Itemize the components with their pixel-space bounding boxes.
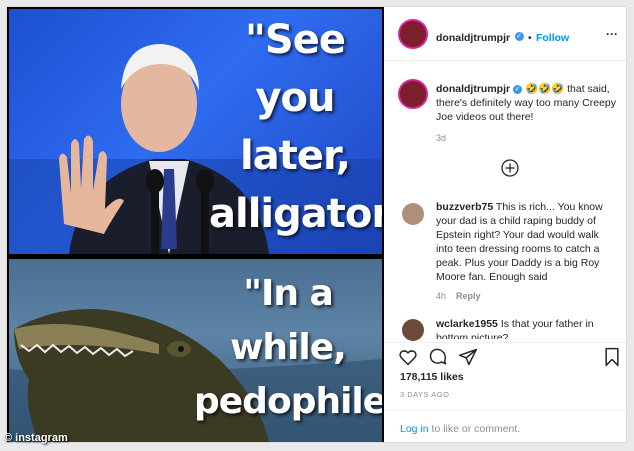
share-icon[interactable] — [458, 347, 478, 367]
caption-age: 3d — [436, 133, 447, 143]
header-user-line: donaldjtrumpjr ✓ • Follow — [436, 28, 569, 46]
comment-icon[interactable] — [428, 347, 448, 367]
reply-button[interactable]: Reply — [456, 291, 481, 301]
author-avatar[interactable] — [398, 19, 428, 49]
meme-top-panel: "See you later, alligator!" — [9, 9, 382, 254]
verified-badge-icon: ✓ — [514, 32, 524, 42]
author-username[interactable]: donaldjtrumpjr — [436, 32, 510, 44]
bookmark-icon[interactable] — [602, 347, 622, 367]
follow-button[interactable]: Follow — [536, 32, 569, 44]
instagram-post: "See you later, alligator!" "In a while,… — [6, 6, 627, 443]
verified-badge-icon: ✓ — [513, 84, 523, 94]
likes-count[interactable]: 178,115 likes — [400, 371, 464, 383]
commenter-avatar[interactable] — [402, 319, 424, 341]
plus-circle-icon[interactable] — [500, 158, 520, 178]
comment-username[interactable]: wclarke1955 — [436, 318, 498, 330]
ellipsis-icon[interactable]: ··· — [606, 27, 618, 41]
login-text: to like or comment. — [428, 423, 521, 435]
heart-icon[interactable] — [398, 347, 418, 367]
login-bar: Log in to like or comment. — [384, 410, 626, 442]
separator-dot: • — [528, 33, 532, 44]
comment-username[interactable]: buzzverb75 — [436, 201, 493, 213]
meme-bottom-panel: "In a while, pedophile!" — [9, 259, 382, 442]
login-prompt: Log in to like or comment. — [400, 423, 520, 435]
caption-text-block: donaldjtrumpjr ✓ 🤣🤣🤣 that said, there's … — [436, 82, 616, 124]
comment-item: buzzverb75 This is rich... You know your… — [436, 200, 616, 284]
comment-text: This is rich... You know your dad is a c… — [436, 201, 603, 283]
post-date: 3 DAYS AGO — [400, 390, 450, 399]
post-header: donaldjtrumpjr ✓ • Follow ··· — [384, 7, 626, 61]
comment-item: wclarke1955 Is that your father in botto… — [436, 317, 616, 339]
post-image[interactable]: "See you later, alligator!" "In a while,… — [7, 7, 384, 442]
caption-emojis: 🤣🤣🤣 — [524, 83, 565, 95]
comment-age: 4h — [436, 291, 447, 301]
instagram-watermark: © instagram — [4, 432, 68, 444]
action-bar-divider — [384, 342, 626, 343]
commenter-avatar[interactable] — [402, 203, 424, 225]
login-link[interactable]: Log in — [400, 423, 429, 435]
meme-bottom-text: "In a while, pedophile!" — [194, 273, 382, 422]
post-sidebar: donaldjtrumpjr ✓ • Follow ··· donaldjtru… — [384, 7, 626, 442]
caption-avatar[interactable] — [398, 79, 428, 109]
meme-top-text: "See you later, alligator!" — [209, 17, 382, 237]
caption-username[interactable]: donaldjtrumpjr — [436, 83, 510, 95]
